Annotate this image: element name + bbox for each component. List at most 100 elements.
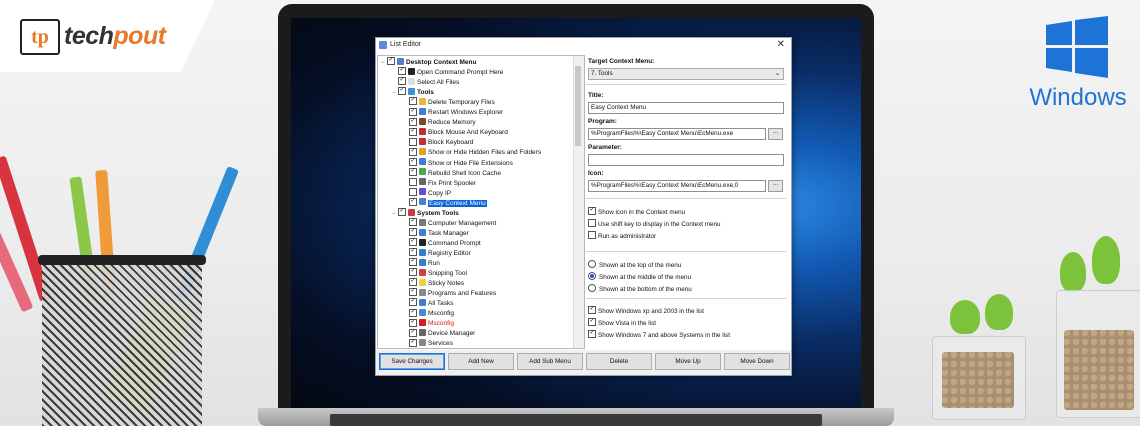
move-up-button[interactable]: Move Up bbox=[655, 353, 721, 370]
option-checkbox-row[interactable]: ✓ Show Vista in the list bbox=[588, 318, 656, 329]
target-menu-label: Target Context Menu: bbox=[588, 58, 655, 65]
tree-item-checkbox[interactable]: ✓ bbox=[398, 87, 406, 96]
tree-item[interactable]: ✓ Block Mouse And Keyboard bbox=[403, 127, 508, 138]
title-input[interactable]: Easy Context Menu bbox=[588, 102, 784, 114]
option-checkbox-row[interactable]: ✓ Show Windows xp and 2003 in the list bbox=[588, 306, 704, 317]
tree-item[interactable]: ✓ Easy Context Menu bbox=[403, 197, 487, 209]
close-icon[interactable]: ✕ bbox=[777, 39, 785, 50]
menu-tree[interactable]: − ✓ Desktop Context Menu ✓ Open Command Prom… bbox=[377, 55, 585, 349]
tree-item-checkbox[interactable]: ✓ bbox=[409, 167, 417, 176]
checkbox[interactable] bbox=[588, 231, 596, 240]
tree-item-checkbox[interactable]: ✓ bbox=[409, 248, 417, 257]
window-titlebar[interactable]: List Editor ✕ bbox=[376, 38, 791, 54]
tree-item[interactable]: − ✓ System Tools bbox=[392, 208, 459, 219]
icon-input[interactable]: %ProgramFiles%\Easy Context Menu\EcMenu.… bbox=[588, 180, 766, 192]
tree-item-checkbox[interactable]: ✓ bbox=[409, 268, 417, 277]
delete-button[interactable]: Delete bbox=[586, 353, 652, 370]
menu-item-icon bbox=[419, 138, 426, 146]
save-changes-button[interactable]: Save Changes bbox=[379, 353, 445, 370]
tree-item-checkbox[interactable]: ✓ bbox=[409, 338, 417, 347]
checkbox[interactable]: ✓ bbox=[588, 318, 596, 327]
checkbox[interactable] bbox=[588, 219, 596, 228]
tree-item-label: Msconfig bbox=[428, 310, 455, 318]
radio-button[interactable] bbox=[588, 284, 596, 293]
pot-gravel bbox=[1064, 330, 1134, 410]
tree-item[interactable]: ✓ Rebuild Shell Icon Cache bbox=[403, 167, 501, 179]
tree-item-checkbox[interactable]: ✓ bbox=[409, 278, 417, 287]
window-title: List Editor bbox=[390, 41, 422, 48]
radio-button[interactable] bbox=[588, 272, 596, 281]
tree-item-checkbox[interactable]: ✓ bbox=[398, 67, 406, 76]
menu-item-icon bbox=[419, 329, 426, 337]
option-checkbox-row[interactable]: Use shift key to display in the Context … bbox=[588, 219, 721, 230]
tree-scrollbar-thumb[interactable] bbox=[575, 66, 581, 146]
tree-item-checkbox[interactable]: ✓ bbox=[409, 107, 417, 116]
position-radio-option[interactable]: Shown at the top of the menu bbox=[588, 260, 681, 271]
tree-item-checkbox[interactable]: ✓ bbox=[409, 308, 417, 317]
tree-item-checkbox[interactable]: ✓ bbox=[387, 57, 395, 66]
move-down-button[interactable]: Move Down bbox=[724, 353, 790, 370]
tree-item-checkbox[interactable]: ✓ bbox=[409, 127, 417, 136]
option-label: Show icon in the Context menu bbox=[598, 209, 686, 216]
option-checkbox-row[interactable]: ✓ Show Windows 7 and above Systems in the… bbox=[588, 330, 730, 341]
tree-item[interactable]: ✓ Services bbox=[403, 338, 453, 348]
tree-item[interactable]: ✓ Restart Windows Explorer bbox=[403, 107, 503, 118]
tree-item[interactable]: ✓ Open Command Prompt Here bbox=[392, 67, 503, 78]
tree-item-checkbox[interactable]: ✓ bbox=[409, 258, 417, 267]
laptop-keyboard bbox=[330, 414, 822, 426]
option-label: Show Vista in the list bbox=[598, 320, 656, 327]
tree-item-checkbox[interactable]: ✓ bbox=[398, 77, 406, 86]
add-new-button[interactable]: Add New bbox=[448, 353, 514, 370]
tree-item-checkbox[interactable] bbox=[409, 187, 417, 196]
tree-item-checkbox[interactable]: ✓ bbox=[409, 157, 417, 166]
pencil-cup-rim bbox=[38, 255, 206, 265]
menu-item-icon bbox=[419, 168, 426, 176]
program-browse-button[interactable]: ... bbox=[768, 128, 783, 140]
target-menu-select[interactable]: 7. Tools ⌄ bbox=[588, 68, 784, 80]
menu-item-icon bbox=[408, 67, 415, 75]
radio-button[interactable] bbox=[588, 260, 596, 269]
tree-item-checkbox[interactable]: ✓ bbox=[409, 288, 417, 297]
tree-item[interactable]: ✓ Show or Hide File Extensions bbox=[403, 157, 513, 169]
menu-item-icon bbox=[419, 258, 426, 266]
tree-item-label: System Tools bbox=[417, 209, 459, 217]
menu-item-icon bbox=[419, 178, 426, 186]
tree-item[interactable]: ✓ Show or Hide Hidden Files and Folders bbox=[403, 147, 541, 158]
program-input[interactable]: %ProgramFiles%\Easy Context Menu\EcMenu.… bbox=[588, 128, 766, 140]
parameter-input[interactable] bbox=[588, 154, 784, 166]
menu-item-icon bbox=[419, 238, 426, 246]
checkbox[interactable]: ✓ bbox=[588, 207, 596, 216]
checkbox[interactable]: ✓ bbox=[588, 330, 596, 339]
tree-item-checkbox[interactable] bbox=[409, 137, 417, 146]
tree-item-label: Device Manager bbox=[428, 330, 476, 338]
icon-label: Icon: bbox=[588, 170, 604, 177]
plant-leaf bbox=[1060, 252, 1086, 292]
tree-item-checkbox[interactable]: ✓ bbox=[409, 328, 417, 337]
tree-item-label: Copy IP bbox=[428, 189, 452, 197]
position-radio-option[interactable]: Shown at the bottom of the menu bbox=[588, 284, 692, 295]
icon-browse-button[interactable]: ... bbox=[768, 180, 783, 192]
option-label: Shown at the middle of the menu bbox=[599, 274, 692, 281]
tree-item-checkbox[interactable] bbox=[409, 177, 417, 186]
tree-item-checkbox[interactable]: ✓ bbox=[409, 228, 417, 237]
tree-item-checkbox[interactable]: ✓ bbox=[409, 298, 417, 307]
menu-item-icon bbox=[419, 148, 426, 156]
option-checkbox-row[interactable]: Run as administrator bbox=[588, 231, 656, 242]
tree-item-checkbox[interactable]: ✓ bbox=[409, 318, 417, 327]
checkbox[interactable]: ✓ bbox=[588, 306, 596, 315]
list-editor-window: List Editor ✕ − ✓ Desktop Context Menu ✓ Ope… bbox=[375, 37, 792, 376]
tree-item-checkbox[interactable]: ✓ bbox=[398, 208, 406, 217]
tree-item-checkbox[interactable]: ✓ bbox=[409, 147, 417, 156]
option-checkbox-row[interactable]: ✓ Show icon in the Context menu bbox=[588, 207, 686, 218]
position-radio-option[interactable]: Shown at the middle of the menu bbox=[588, 272, 692, 283]
tree-item[interactable]: − ✓ Desktop Context Menu bbox=[381, 57, 476, 68]
menu-item-icon bbox=[419, 128, 426, 136]
tree-item-checkbox[interactable]: ✓ bbox=[409, 117, 417, 126]
tree-item-checkbox[interactable]: ✓ bbox=[409, 97, 417, 106]
add-sub-menu-button[interactable]: Add Sub Menu bbox=[517, 353, 583, 370]
menu-item-icon bbox=[419, 288, 426, 296]
tree-item-checkbox[interactable]: ✓ bbox=[409, 238, 417, 247]
parameter-label: Parameter: bbox=[588, 144, 622, 151]
tree-item-checkbox[interactable]: ✓ bbox=[409, 218, 417, 227]
tree-item-checkbox[interactable]: ✓ bbox=[409, 197, 417, 206]
